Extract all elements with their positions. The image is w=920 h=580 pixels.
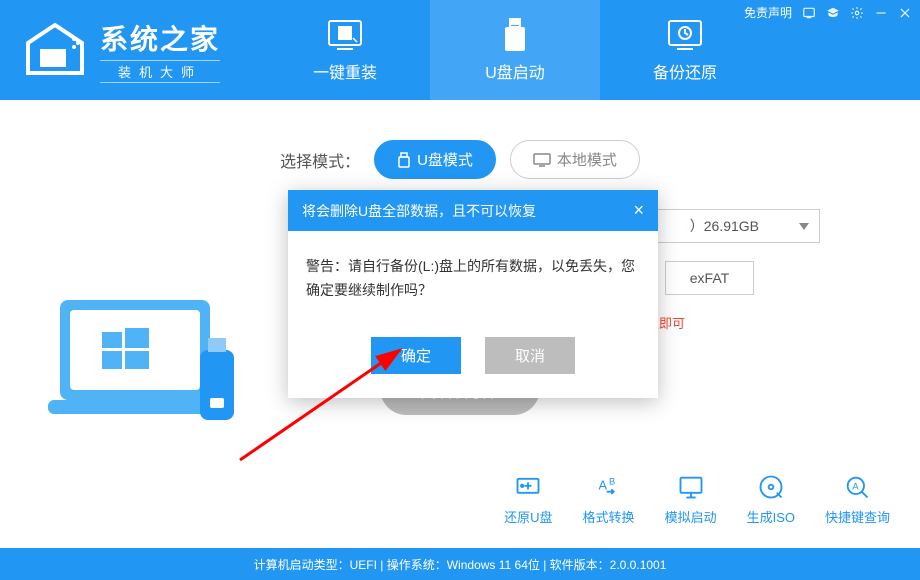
dialog-title: 将会删除U盘全部数据，且不可以恢复 — [302, 201, 536, 221]
logo-sub-text: 装机大师 — [100, 60, 220, 83]
logo-area: 系统之家 装机大师 — [0, 18, 220, 83]
dialog-header: 将会删除U盘全部数据，且不可以恢复 × — [288, 190, 658, 231]
mode-label: 选择模式： — [280, 148, 360, 172]
usb-icon — [501, 17, 529, 53]
tool-label: 模拟启动 — [665, 507, 717, 526]
tool-label: 生成ISO — [747, 507, 795, 526]
confirm-dialog: 将会删除U盘全部数据，且不可以恢复 × 警告：请自行备份(L:)盘上的所有数据，… — [288, 190, 658, 398]
cancel-button[interactable]: 取消 — [485, 337, 575, 374]
format-exfat[interactable]: exFAT — [665, 261, 754, 295]
tab-label: U盘启动 — [485, 59, 545, 83]
restore-icon — [514, 473, 542, 501]
config-tip: 认配置即可 — [620, 313, 880, 332]
svg-text:A: A — [598, 477, 607, 492]
bottom-tools: 还原U盘 AB 格式转换 模拟启动 生成ISO A 快捷键查询 — [504, 473, 890, 526]
tool-restore-usb[interactable]: 还原U盘 — [504, 473, 552, 526]
laptop-illustration — [40, 290, 250, 450]
usb-small-icon — [397, 152, 411, 168]
svg-text:A: A — [853, 481, 860, 491]
tab-usb-boot[interactable]: U盘启动 — [430, 0, 600, 100]
reinstall-icon — [325, 17, 365, 53]
tab-label: 备份还原 — [653, 59, 717, 83]
monitor-small-icon — [533, 153, 551, 167]
tool-label: 格式转换 — [583, 507, 635, 526]
dialog-close-icon[interactable]: × — [633, 200, 644, 221]
settings-icon[interactable] — [850, 6, 864, 20]
ok-button[interactable]: 确定 — [371, 337, 461, 374]
app-header: 免责声明 系统之家 装机大师 一键重装 U盘启动 备份还原 — [0, 0, 920, 100]
tool-simulate-boot[interactable]: 模拟启动 — [665, 473, 717, 526]
dialog-body: 警告：请自行备份(L:)盘上的所有数据，以免丢失，您确定要继续制作吗？ — [288, 231, 658, 327]
minimize-icon[interactable] — [874, 6, 888, 20]
tab-label: 一键重装 — [313, 59, 377, 83]
tool-format-convert[interactable]: AB 格式转换 — [583, 473, 635, 526]
tool-label: 还原U盘 — [504, 507, 552, 526]
usb-mode-button[interactable]: U盘模式 — [374, 140, 496, 179]
logo-icon — [20, 21, 90, 79]
disclaimer-link[interactable]: 免责声明 — [744, 4, 792, 21]
tool-label: 快捷键查询 — [825, 507, 890, 526]
shortcut-icon: A — [843, 473, 871, 501]
mode-btn-label: 本地模式 — [557, 149, 617, 170]
backup-icon — [665, 17, 705, 53]
convert-icon: AB — [595, 473, 623, 501]
feedback-icon[interactable] — [802, 6, 816, 20]
nav-tabs: 一键重装 U盘启动 备份还原 — [260, 0, 770, 100]
close-icon[interactable] — [898, 6, 912, 20]
device-value: ）26.91GB — [690, 216, 759, 236]
dialog-footer: 确定 取消 — [288, 327, 658, 398]
mode-row: 选择模式： U盘模式 本地模式 — [40, 140, 880, 179]
mode-btn-label: U盘模式 — [417, 149, 473, 170]
simulate-icon — [677, 473, 705, 501]
title-bar: 免责声明 — [744, 4, 912, 21]
svg-text:B: B — [609, 477, 615, 487]
status-bar: 计算机启动类型：UEFI | 操作系统：Windows 11 64位 | 软件版… — [0, 548, 920, 580]
tab-reinstall[interactable]: 一键重装 — [260, 0, 430, 100]
chevron-down-icon — [799, 223, 809, 230]
local-mode-button[interactable]: 本地模式 — [510, 140, 640, 179]
logo-main-text: 系统之家 — [100, 18, 220, 58]
tool-shortcut-query[interactable]: A 快捷键查询 — [825, 473, 890, 526]
graduate-icon[interactable] — [826, 6, 840, 20]
tool-generate-iso[interactable]: 生成ISO — [747, 473, 795, 526]
iso-icon — [757, 473, 785, 501]
